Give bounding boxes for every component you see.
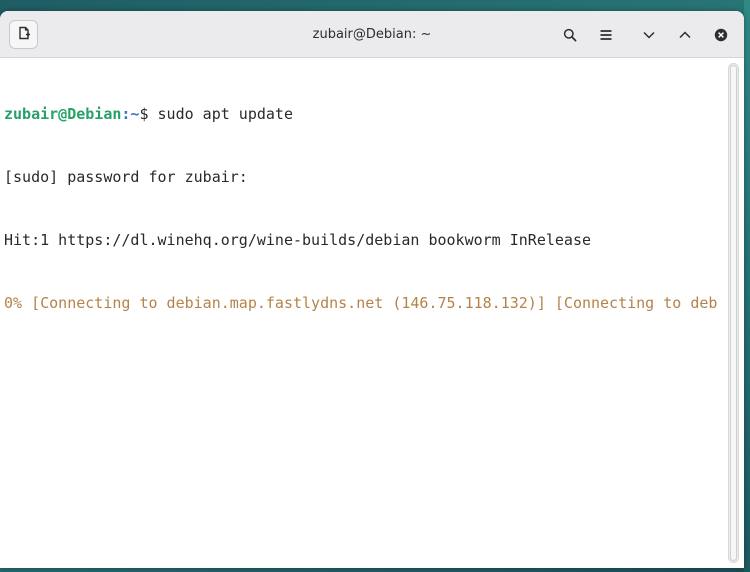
scrollbar-thumb[interactable] — [730, 65, 737, 561]
output-line-hit: Hit:1 https://dl.winehq.org/wine-builds/… — [4, 231, 591, 249]
hamburger-menu-icon — [599, 28, 613, 42]
prompt-path: :~ — [121, 105, 140, 123]
terminal-scrollbar[interactable] — [728, 63, 739, 563]
new-tab-button[interactable] — [9, 20, 38, 49]
close-button[interactable] — [707, 21, 735, 49]
search-button[interactable] — [556, 21, 584, 49]
window-title: zubair@Debian: ~ — [312, 27, 432, 42]
new-tab-icon — [17, 25, 31, 44]
prompt-user-host: zubair@Debian — [4, 105, 122, 123]
minimize-button[interactable] — [635, 21, 663, 49]
output-line-sudo: [sudo] password for zubair: — [4, 168, 248, 186]
search-icon — [563, 28, 577, 42]
chevron-down-icon — [642, 28, 656, 42]
maximize-button[interactable] — [671, 21, 699, 49]
terminal-output[interactable]: zubair@Debian:~$ sudo apt update [sudo] … — [0, 59, 744, 568]
prompt-command: sudo apt update — [157, 105, 293, 123]
prompt-symbol: $ — [139, 105, 158, 123]
terminal-window: zubair@Debian: ~ zubair@Debian:~$ sudo a… — [0, 11, 744, 568]
output-line-progress: 0% [Connecting to debian.map.fastlydns.n… — [4, 294, 718, 312]
chevron-up-icon — [678, 28, 692, 42]
close-icon — [714, 28, 728, 42]
headerbar: zubair@Debian: ~ — [0, 11, 744, 58]
menu-button[interactable] — [592, 21, 620, 49]
desktop-background — [744, 0, 750, 572]
prompt-line: zubair@Debian:~$ sudo apt update — [4, 104, 724, 125]
